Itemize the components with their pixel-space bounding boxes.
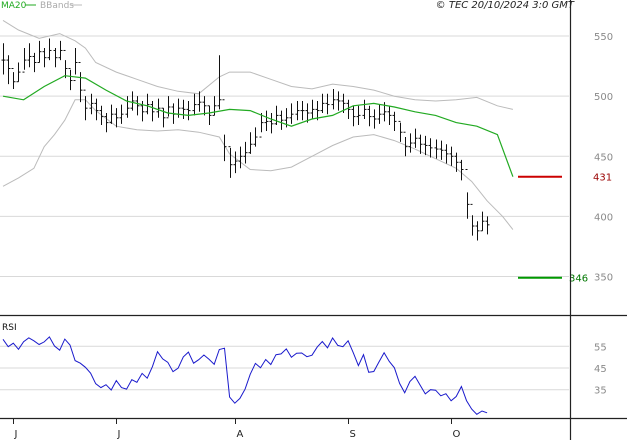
ohlc-bars xyxy=(1,38,490,241)
copyright-text: © TEC 20/10/2024 3:0 GMT xyxy=(436,0,575,11)
chart-header: MA20 BBands © TEC 20/10/2024 3:0 GMT xyxy=(1,0,575,11)
price-tick-label-450: 450 xyxy=(594,152,613,163)
stock-chart: 550 500 450 400 350 55 45 35 431 346 J J A S O MA20… xyxy=(0,0,627,440)
rsi-label: RSI xyxy=(2,323,17,333)
rsi-line xyxy=(2,336,488,415)
price-levels: 431 346 xyxy=(518,173,612,285)
rsi-tick-label-55: 55 xyxy=(594,342,607,353)
price-tick-label-350: 350 xyxy=(594,273,613,284)
bbands-legend-label: BBands xyxy=(40,1,74,11)
price-grid: 550 500 450 400 350 xyxy=(0,32,613,284)
x-tick-label-4: O xyxy=(453,429,461,440)
ma20-legend-label: MA20 xyxy=(1,1,27,11)
rsi-grid: 55 45 35 xyxy=(0,342,607,397)
x-tick-label-2: A xyxy=(237,429,244,440)
chart-frame xyxy=(0,0,627,440)
bb-lower-line xyxy=(2,99,514,230)
price-tick-label-550: 550 xyxy=(594,32,613,43)
time-axis: JJASO xyxy=(13,418,461,440)
ma20-line-group xyxy=(2,75,514,177)
rsi-line-group xyxy=(2,336,488,415)
ma20-line xyxy=(2,75,514,177)
bollinger-bands xyxy=(2,19,514,230)
price-tick-label-500: 500 xyxy=(594,92,613,103)
support-level-label: 346 xyxy=(569,274,588,285)
x-tick-label-0: J xyxy=(14,429,18,440)
rsi-tick-label-35: 35 xyxy=(594,386,607,397)
resistance-level-label: 431 xyxy=(593,173,612,184)
price-tick-label-400: 400 xyxy=(594,212,613,223)
x-tick-label-1: J xyxy=(117,429,121,440)
x-tick-label-3: S xyxy=(350,429,356,440)
rsi-tick-label-45: 45 xyxy=(594,364,607,375)
